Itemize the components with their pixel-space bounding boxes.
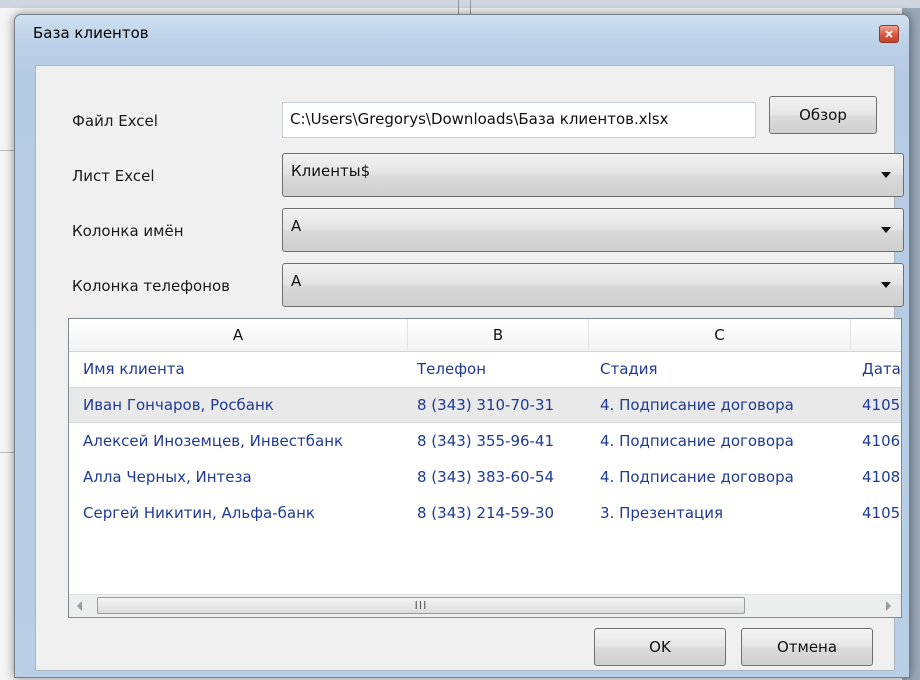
cancel-button[interactable]: Отмена (741, 628, 873, 666)
table-cell: 4. Подписание договора (600, 396, 794, 414)
file-path-field[interactable]: C:\Users\Gregorys\Downloads\База клиенто… (282, 102, 756, 138)
table-cell: 4105 (862, 396, 901, 414)
table-row-selected[interactable]: Иван Гончаров, Росбанк 8 (343) 310-70-31… (69, 387, 901, 423)
background-divider (0, 452, 14, 453)
table-cell: 8 (343) 383-60-54 (417, 468, 555, 486)
ok-button[interactable]: OK (594, 628, 726, 666)
table-cell: 8 (343) 214-59-30 (417, 504, 555, 522)
data-preview-grid[interactable]: A B C Имя клиента Телефон Стадия Дата Ив… (68, 318, 902, 618)
sheet-label: Лист Excel (72, 167, 155, 185)
table-cell: 4. Подписание договора (600, 432, 794, 450)
table-cell: 3. Презентация (600, 504, 724, 522)
dialog-body: Файл Excel C:\Users\Gregorys\Downloads\Б… (35, 65, 904, 671)
table-cell: Дата (862, 360, 901, 378)
background-divider (0, 150, 14, 151)
table-cell: 4108 (862, 468, 901, 486)
scroll-left-icon[interactable] (77, 601, 82, 611)
table-cell: Сергей Никитин, Альфа-банк (83, 504, 315, 522)
table-row[interactable]: Алексей Иноземцев, Инвестбанк 8 (343) 35… (69, 423, 901, 459)
table-cell: Имя клиента (83, 360, 185, 378)
table-row[interactable]: Алла Черных, Интеза 8 (343) 383-60-54 4.… (69, 459, 901, 495)
table-cell: Телефон (417, 360, 487, 378)
column-header-c[interactable]: C (589, 319, 851, 351)
phones-column-label: Колонка телефонов (72, 277, 231, 295)
chevron-down-icon (881, 172, 891, 178)
background-window-edge (0, 0, 920, 8)
table-cell: Иван Гончаров, Росбанк (83, 396, 274, 414)
table-cell: 8 (343) 310-70-31 (417, 396, 555, 414)
names-column-select[interactable]: A (282, 208, 904, 252)
chevron-down-icon (881, 282, 891, 288)
dialog-title: База клиентов (33, 24, 149, 42)
sheet-select-value: Клиенты$ (291, 162, 371, 180)
table-cell: Алла Черных, Интеза (83, 468, 252, 486)
column-header-a[interactable]: A (69, 319, 408, 351)
table-row[interactable]: Сергей Никитин, Альфа-банк 8 (343) 214-5… (69, 495, 901, 531)
table-cell: Стадия (600, 360, 658, 378)
names-column-label: Колонка имён (72, 222, 184, 240)
table-cell: 4105 (862, 504, 901, 522)
scrollbar-grip: III (414, 599, 428, 612)
phones-column-value: A (291, 272, 302, 290)
table-cell: 4106 (862, 432, 901, 450)
names-column-value: A (291, 217, 302, 235)
grid-header: A B C (69, 319, 901, 352)
table-row[interactable]: Имя клиента Телефон Стадия Дата (69, 351, 901, 387)
scroll-right-icon[interactable] (886, 601, 891, 611)
table-cell: 4. Подписание договора (600, 468, 794, 486)
close-button[interactable] (879, 25, 899, 43)
dialog-titlebar[interactable]: База клиентов (15, 15, 909, 47)
chevron-down-icon (881, 227, 891, 233)
table-cell: 8 (343) 355-96-41 (417, 432, 555, 450)
column-header-d[interactable] (851, 319, 901, 351)
browse-button[interactable]: Обзор (769, 96, 877, 134)
phones-column-select[interactable]: A (282, 263, 904, 307)
scrollbar-thumb[interactable]: III (97, 597, 745, 614)
file-label: Файл Excel (72, 112, 158, 130)
sheet-select[interactable]: Клиенты$ (282, 153, 904, 197)
close-icon (885, 30, 893, 38)
table-cell: Алексей Иноземцев, Инвестбанк (83, 432, 344, 450)
horizontal-scrollbar[interactable]: III (69, 594, 901, 617)
clients-dialog: База клиентов Файл Excel C:\Users\Gregor… (14, 14, 910, 678)
column-header-b[interactable]: B (408, 319, 589, 351)
